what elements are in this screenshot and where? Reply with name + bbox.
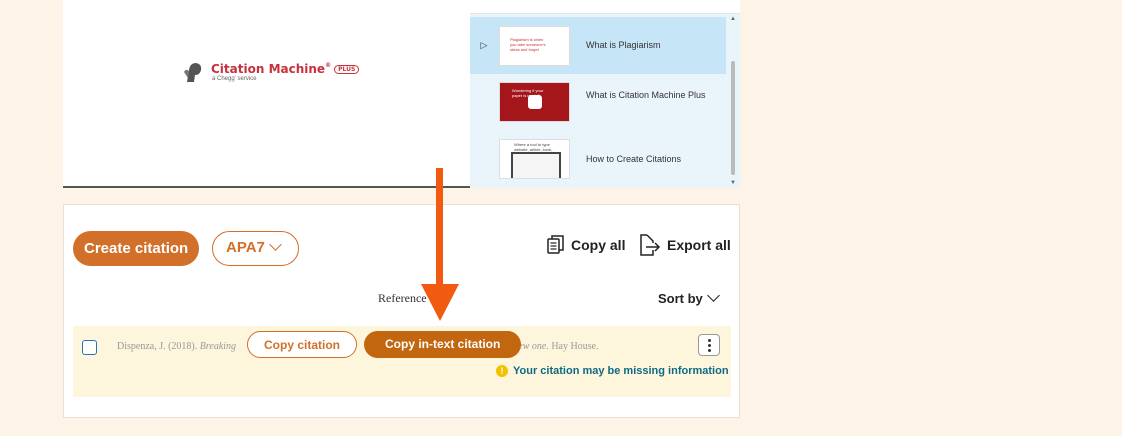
thumbnail-text: Plagiarism is when you take someone's id… [510, 37, 546, 52]
create-citation-button[interactable]: Create citation [73, 231, 200, 266]
annotation-arrow-head [421, 284, 459, 321]
video-player[interactable]: Citation Machine®PLUS a Chegg' service [63, 0, 470, 188]
references-heading: Reference [378, 291, 427, 305]
playlist-header [470, 0, 740, 14]
logo-registered-mark: ® [325, 62, 332, 69]
annotation-arrow-shaft [436, 168, 443, 288]
export-all-label: Export all [667, 237, 731, 253]
squirrel-logo-icon [184, 63, 202, 82]
playlist-item-plagiarism[interactable]: ▷ Plagiarism is when you take someone's … [470, 17, 726, 74]
playlist-item-label: How to Create Citations [586, 154, 682, 164]
playlist-thumbnail: Wondering if your paper is ready? [499, 82, 570, 122]
playlist-item-create-citations[interactable]: Where a tool to type website, article, b… [470, 131, 726, 188]
copy-in-text-citation-button[interactable]: Copy in-text citation [364, 331, 522, 358]
logo-title: Citation Machine [211, 62, 326, 76]
playlist-thumbnail: Plagiarism is when you take someone's id… [499, 26, 570, 66]
citation-title-start: Breaking [199, 341, 237, 352]
citation-author-year: Dispenza, J. (2018). [117, 341, 198, 352]
scroll-up-icon[interactable]: ▲ [728, 14, 738, 24]
citation-publisher: Hay House. [551, 341, 599, 352]
playlist-scrollbar[interactable]: ▲ ▼ [728, 14, 738, 188]
plus-badge: PLUS [334, 65, 360, 74]
missing-info-warning[interactable]: ! Your citation may be missing informati… [496, 365, 729, 377]
missing-info-text: Your citation may be missing information [513, 365, 729, 377]
copy-all-label: Copy all [571, 237, 626, 253]
play-icon: ▷ [480, 40, 488, 50]
citation-panel: Create citation APA7 Copy all Export all… [63, 204, 740, 418]
citation-item[interactable]: Dispenza, J. (2018). Breaking te a new on… [73, 326, 731, 397]
thumbnail-screen-graphic [511, 152, 561, 178]
chevron-down-icon [706, 289, 720, 302]
scrollbar-thumb[interactable] [731, 61, 735, 175]
playlist-item-label: What is Citation Machine Plus [586, 90, 706, 100]
export-all-button[interactable]: Export all [638, 233, 731, 257]
playlist-item-citation-machine-plus[interactable]: Wondering if your paper is ready? What i… [470, 74, 726, 131]
copy-icon [547, 235, 564, 254]
scroll-down-icon[interactable]: ▼ [728, 178, 738, 188]
video-playlist: ▷ Plagiarism is when you take someone's … [470, 0, 740, 188]
sort-by-label: Sort by [658, 291, 703, 306]
video-section: Citation Machine®PLUS a Chegg' service ▷… [63, 0, 740, 188]
sort-by-dropdown[interactable]: Sort by [658, 289, 720, 306]
citation-checkbox[interactable] [82, 340, 97, 355]
more-options-icon[interactable] [698, 334, 720, 356]
thumbnail-graphic [528, 95, 542, 109]
copy-all-button[interactable]: Copy all [547, 235, 625, 255]
copy-citation-button[interactable]: Copy citation [247, 331, 358, 358]
warning-icon: ! [496, 365, 508, 377]
citation-style-label: APA7 [226, 239, 265, 256]
playlist-item-label: What is Plagiarism [586, 40, 661, 50]
export-icon [640, 234, 661, 256]
logo-subtitle: a Chegg' service [212, 76, 257, 82]
playlist-thumbnail: Where a tool to type website, article, b… [499, 139, 570, 179]
citation-machine-logo: Citation Machine®PLUS a Chegg' service [183, 60, 360, 84]
chevron-down-icon [269, 238, 282, 251]
citation-style-dropdown[interactable]: APA7 [212, 231, 299, 266]
